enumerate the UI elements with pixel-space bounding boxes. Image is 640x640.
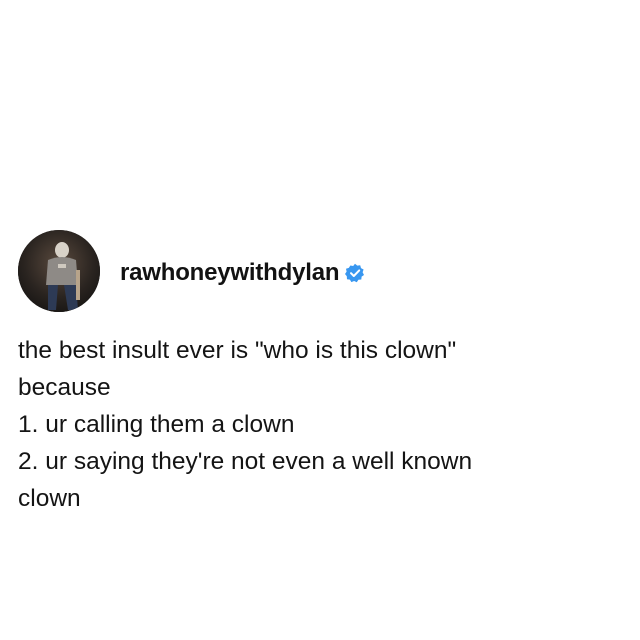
profile-photo-icon bbox=[18, 230, 100, 312]
username-row: rawhoneywithdylan bbox=[120, 259, 365, 287]
post-line-2: because bbox=[18, 374, 111, 401]
post-text: the best insult ever is "who is this clo… bbox=[18, 332, 628, 517]
post-line-3: 1. ur calling them a clown bbox=[18, 411, 295, 438]
post-line-1: the best insult ever is "who is this clo… bbox=[18, 337, 457, 364]
username[interactable]: rawhoneywithdylan bbox=[120, 259, 340, 287]
post-line-4: 2. ur saying they're not even a well kno… bbox=[18, 448, 473, 475]
avatar[interactable] bbox=[18, 230, 100, 312]
post-line-5: clown bbox=[18, 485, 81, 512]
verified-badge-icon bbox=[345, 263, 365, 283]
post-header: rawhoneywithdylan bbox=[18, 230, 365, 312]
